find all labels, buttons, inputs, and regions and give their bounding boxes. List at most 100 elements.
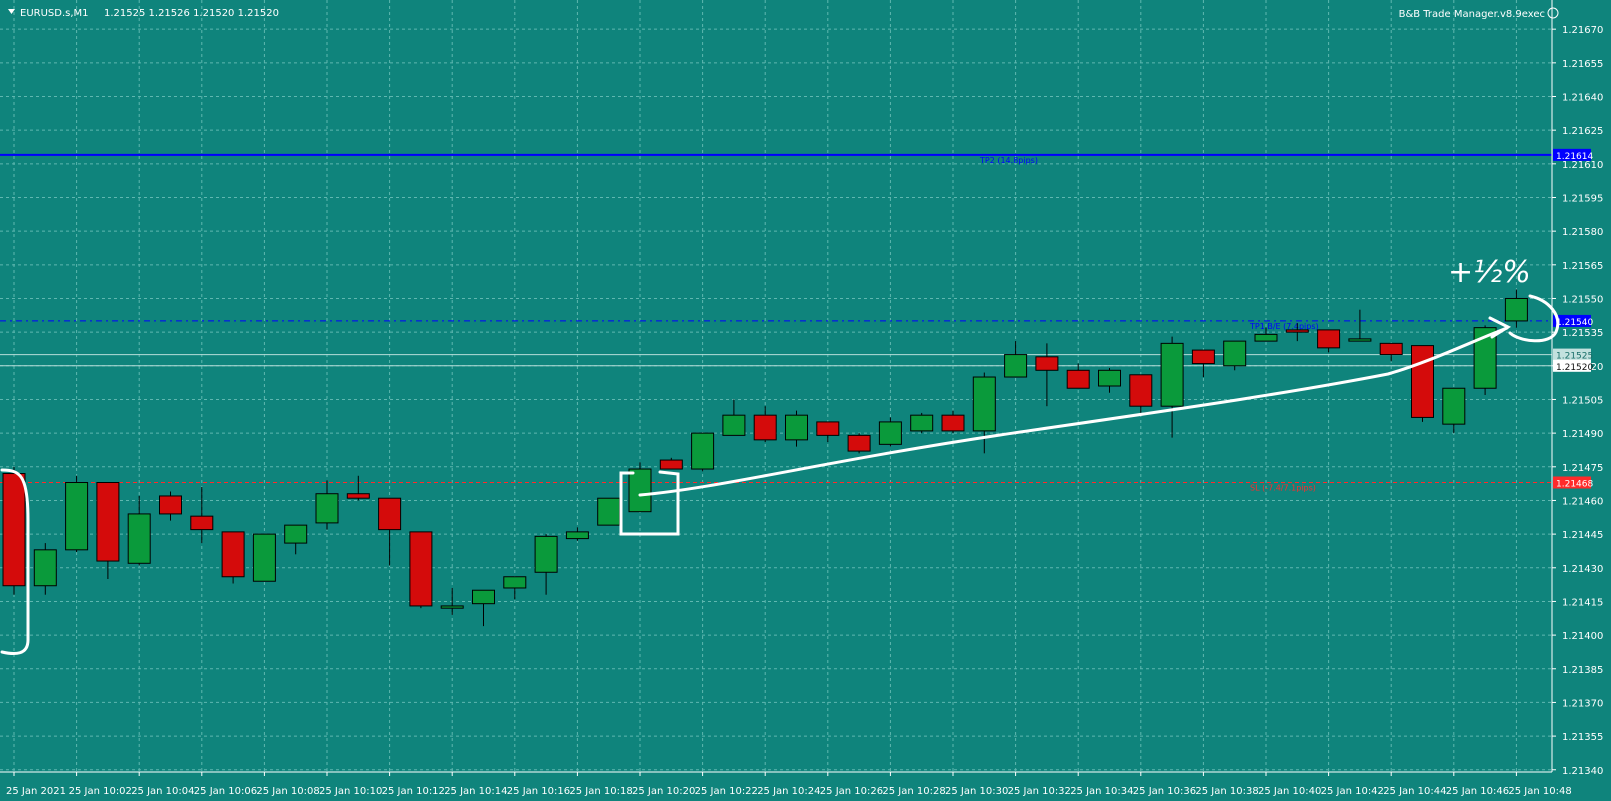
x-tick-label: 25 Jan 10:22 [695,786,758,797]
level-label-sl: SL (-7.4/7.1pips) [1250,484,1316,493]
price-tag-label-bid: 1.21520 [1556,363,1593,373]
ohlc-values: 1.21525 1.21526 1.21520 1.21520 [104,8,279,19]
x-tick-label: 25 Jan 10:04 [131,786,194,797]
candle-bull [785,414,808,441]
candle-bear [190,515,214,531]
candle-bull [1254,333,1278,342]
candle-bull [628,468,652,513]
symbol-label: EURUSD.s,M1 [20,8,89,19]
candle-bull [1098,369,1121,387]
x-tick-label: 25 Jan 10:08 [256,786,319,797]
x-tick-label: 25 Jan 10:14 [444,786,507,797]
x-tick-label: 25 Jan 10:06 [194,786,257,797]
candle-bull [252,533,276,582]
candle-bear [941,414,965,432]
candle-bear [1129,374,1153,407]
x-tick-label: 25 Jan 10:42 [1321,786,1384,797]
y-tick-label: 1.21595 [1562,193,1603,204]
candle-bull [315,493,339,524]
y-tick-label: 1.21550 [1562,294,1603,305]
y-tick-label: 1.21580 [1562,227,1603,238]
y-tick-label: 1.21370 [1562,698,1603,709]
candle-bear [753,414,777,441]
candle-bull [440,605,464,609]
y-tick-label: 1.21460 [1562,496,1603,507]
y-tick-label: 1.21625 [1562,126,1603,137]
candle-bear [1285,329,1309,333]
gain-annotation: +½% [1448,255,1531,290]
candle-bull [691,432,715,470]
x-tick-label: 25 Jan 10:48 [1508,786,1571,797]
candle-bear [96,482,120,562]
candle-bear [1191,349,1215,365]
candle-bear [1066,369,1090,389]
x-tick-label: 25 Jan 10:30 [945,786,1008,797]
candle-bull [65,482,89,551]
x-tick-label: 25 Jan 2021 [6,786,66,797]
candle-bull [472,589,495,605]
x-tick-label: 25 Jan 10:44 [1383,786,1446,797]
x-tick-label: 25 Jan 10:18 [569,786,632,797]
candle-bull [33,549,57,587]
candle-bull [1504,297,1528,322]
candle-bear [159,495,182,515]
candle-bear [1411,345,1434,418]
price-tag-label-tp1: 1.21540 [1556,318,1593,328]
candle-bear [378,497,402,531]
candle-bull [565,531,589,540]
candle-bull [722,414,746,436]
x-tick-label: 25 Jan 10:10 [319,786,382,797]
candle-bull [1160,342,1184,407]
y-tick-label: 1.21385 [1562,665,1603,676]
candle-bear [221,531,245,578]
y-tick-label: 1.21535 [1562,328,1603,339]
x-tick-label: 25 Jan 10:28 [882,786,945,797]
indicator-label: B&B Trade Manager.v8.9exec [1399,9,1545,20]
y-tick-label: 1.21340 [1562,766,1603,777]
x-tick-label: 25 Jan 10:20 [632,786,695,797]
y-tick-label: 1.21430 [1562,564,1603,575]
y-tick-label: 1.21400 [1562,631,1603,642]
candle-bull [1442,387,1466,425]
candle-bull [1223,340,1247,367]
candle-bull [503,576,527,589]
y-tick-label: 1.21655 [1562,59,1603,70]
candle-bull [127,513,151,564]
candle-bull [284,524,308,544]
candle-bull [910,414,934,432]
x-tick-label: 25 Jan 10:26 [820,786,883,797]
y-tick-label: 1.21505 [1562,395,1603,406]
level-label-tp2: TP2 (14.8pips) [979,156,1038,165]
candle-bear [847,434,871,452]
y-tick-label: 1.21640 [1562,93,1603,104]
x-tick-label: 25 Jan 10:38 [1195,786,1258,797]
x-tick-label: 25 Jan 10:32 [1008,786,1071,797]
x-tick-label: 25 Jan 10:40 [1258,786,1321,797]
candle-bull [1348,338,1372,342]
x-tick-label: 25 Jan 10:12 [382,786,445,797]
y-tick-label: 1.21445 [1562,530,1603,541]
x-tick-label: 25 Jan 10:16 [507,786,570,797]
candle-bull [597,497,621,526]
y-tick-label: 1.21475 [1562,463,1603,474]
y-tick-label: 1.21490 [1562,429,1603,440]
candle-bull [878,421,902,445]
candle-bull [972,376,996,432]
x-tick-label: 25 Jan 10:46 [1446,786,1509,797]
candle-bear [659,459,683,470]
price-chart[interactable]: 1.216701.216551.216401.216251.216101.215… [0,0,1611,801]
candle-bull [534,535,558,573]
x-tick-label: 25 Jan 10:36 [1133,786,1196,797]
candle-bear [1035,356,1059,371]
price-tag-label-sl: 1.21468 [1556,480,1593,490]
candle-bear [1379,342,1403,356]
y-tick-label: 1.21565 [1562,261,1603,272]
price-tag-label-tp2: 1.21614 [1556,152,1593,162]
candle-bear [346,493,370,499]
candle-bull [1004,354,1028,378]
x-tick-label: 25 Jan 10:24 [757,786,820,797]
candle-bear [816,421,840,436]
x-tick-label: 25 Jan 10:02 [69,786,132,797]
candle-bear [2,473,26,587]
y-tick-label: 1.21670 [1562,25,1603,36]
